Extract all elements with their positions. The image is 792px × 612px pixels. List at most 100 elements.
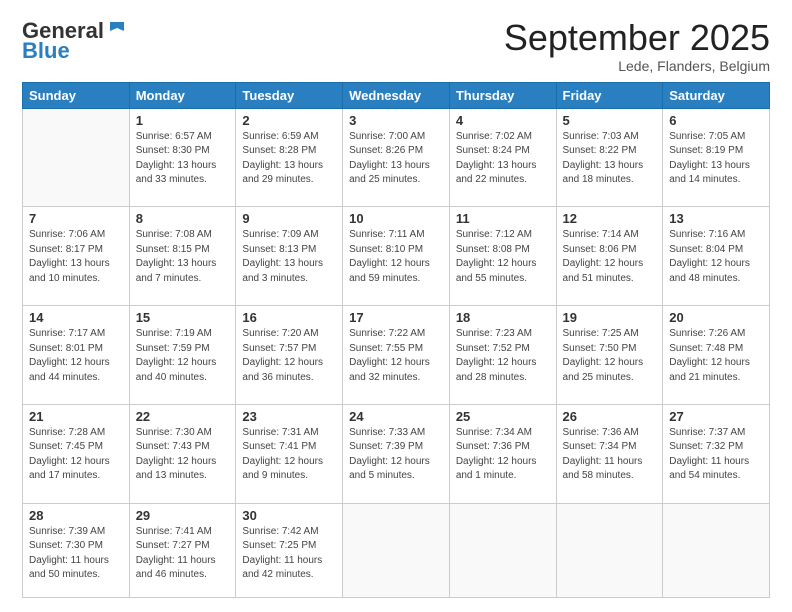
table-row: 5 Sunrise: 7:03 AM Sunset: 8:22 PM Daylig… (556, 108, 663, 207)
day-info: Sunrise: 7:08 AM Sunset: 8:15 PM Dayligh… (136, 228, 230, 286)
day-number: 18 (456, 310, 550, 325)
day-info: Sunrise: 7:16 AM Sunset: 8:04 PM Dayligh… (669, 228, 763, 286)
logo-blue-text: Blue (22, 38, 70, 64)
day-info: Sunrise: 7:36 AM Sunset: 7:34 PM Dayligh… (563, 426, 657, 484)
table-row: 9 Sunrise: 7:09 AM Sunset: 8:13 PM Daylig… (236, 207, 343, 306)
table-row: 13 Sunrise: 7:16 AM Sunset: 8:04 PM Dayli… (663, 207, 770, 306)
calendar-table: Sunday Monday Tuesday Wednesday Thursday… (22, 82, 770, 598)
day-number: 21 (29, 409, 123, 424)
day-number: 7 (29, 211, 123, 226)
table-row (23, 108, 130, 207)
day-number: 28 (29, 508, 123, 523)
table-row: 24 Sunrise: 7:33 AM Sunset: 7:39 PM Dayli… (343, 404, 450, 503)
day-info: Sunrise: 7:12 AM Sunset: 8:08 PM Dayligh… (456, 228, 550, 286)
table-row: 19 Sunrise: 7:25 AM Sunset: 7:50 PM Dayli… (556, 306, 663, 405)
day-number: 5 (563, 113, 657, 128)
table-row: 25Sunrise: 7:34 AM Sunset: 7:36 PM Dayli… (449, 404, 556, 503)
table-row: 10 Sunrise: 7:11 AM Sunset: 8:10 PM Dayli… (343, 207, 450, 306)
table-row: 30 Sunrise: 7:42 AM Sunset: 7:25 PM Dayli… (236, 503, 343, 597)
day-info: Sunrise: 7:20 AM Sunset: 7:57 PM Dayligh… (242, 327, 336, 385)
day-number: 25 (456, 409, 550, 424)
table-row: 3 Sunrise: 7:00 AM Sunset: 8:26 PM Daylig… (343, 108, 450, 207)
day-number: 29 (136, 508, 230, 523)
table-row: 2Sunrise: 6:59 AM Sunset: 8:28 PM Daylig… (236, 108, 343, 207)
day-number: 10 (349, 211, 443, 226)
day-info: Sunrise: 7:06 AM Sunset: 8:17 PM Dayligh… (29, 228, 123, 286)
day-number: 6 (669, 113, 763, 128)
col-thursday: Thursday (449, 82, 556, 108)
table-row (449, 503, 556, 597)
day-number: 26 (563, 409, 657, 424)
location: Lede, Flanders, Belgium (504, 58, 770, 74)
day-info: Sunrise: 7:14 AM Sunset: 8:06 PM Dayligh… (563, 228, 657, 286)
day-info: Sunrise: 7:11 AM Sunset: 8:10 PM Dayligh… (349, 228, 443, 286)
day-info: Sunrise: 7:25 AM Sunset: 7:50 PM Dayligh… (563, 327, 657, 385)
day-info: Sunrise: 7:22 AM Sunset: 7:55 PM Dayligh… (349, 327, 443, 385)
day-number: 17 (349, 310, 443, 325)
col-monday: Monday (129, 82, 236, 108)
day-info: Sunrise: 7:17 AM Sunset: 8:01 PM Dayligh… (29, 327, 123, 385)
table-row: 29 Sunrise: 7:41 AM Sunset: 7:27 PM Dayli… (129, 503, 236, 597)
day-info: Sunrise: 7:03 AM Sunset: 8:22 PM Dayligh… (563, 130, 657, 188)
day-number: 14 (29, 310, 123, 325)
day-info: Sunrise: 6:57 AM Sunset: 8:30 PM Dayligh… (136, 130, 230, 188)
table-row: 22 Sunrise: 7:30 AM Sunset: 7:43 PM Dayli… (129, 404, 236, 503)
day-number: 13 (669, 211, 763, 226)
day-info: Sunrise: 6:59 AM Sunset: 8:28 PM Dayligh… (242, 130, 336, 188)
day-number: 4 (456, 113, 550, 128)
table-row: 18 Sunrise: 7:23 AM Sunset: 7:52 PM Dayli… (449, 306, 556, 405)
day-info: Sunrise: 7:39 AM Sunset: 7:30 PM Dayligh… (29, 525, 123, 583)
day-info: Sunrise: 7:00 AM Sunset: 8:26 PM Dayligh… (349, 130, 443, 188)
table-row (663, 503, 770, 597)
day-info: Sunrise: 7:09 AM Sunset: 8:13 PM Dayligh… (242, 228, 336, 286)
table-row: 15Sunrise: 7:19 AM Sunset: 7:59 PM Dayli… (129, 306, 236, 405)
col-tuesday: Tuesday (236, 82, 343, 108)
table-row: 26 Sunrise: 7:36 AM Sunset: 7:34 PM Dayli… (556, 404, 663, 503)
table-row: 11 Sunrise: 7:12 AM Sunset: 8:08 PM Dayli… (449, 207, 556, 306)
day-number: 8 (136, 211, 230, 226)
table-row: 4Sunrise: 7:02 AM Sunset: 8:24 PM Daylig… (449, 108, 556, 207)
day-info: Sunrise: 7:26 AM Sunset: 7:48 PM Dayligh… (669, 327, 763, 385)
day-number: 1 (136, 113, 230, 128)
table-row: 12 Sunrise: 7:14 AM Sunset: 8:06 PM Dayli… (556, 207, 663, 306)
day-info: Sunrise: 7:23 AM Sunset: 7:52 PM Dayligh… (456, 327, 550, 385)
day-info: Sunrise: 7:33 AM Sunset: 7:39 PM Dayligh… (349, 426, 443, 484)
day-number: 16 (242, 310, 336, 325)
table-row: 17 Sunrise: 7:22 AM Sunset: 7:55 PM Dayli… (343, 306, 450, 405)
day-number: 24 (349, 409, 443, 424)
table-row: 6 Sunrise: 7:05 AM Sunset: 8:19 PM Daylig… (663, 108, 770, 207)
day-number: 23 (242, 409, 336, 424)
day-info: Sunrise: 7:42 AM Sunset: 7:25 PM Dayligh… (242, 525, 336, 583)
col-friday: Friday (556, 82, 663, 108)
day-info: Sunrise: 7:41 AM Sunset: 7:27 PM Dayligh… (136, 525, 230, 583)
day-info: Sunrise: 7:28 AM Sunset: 7:45 PM Dayligh… (29, 426, 123, 484)
day-number: 3 (349, 113, 443, 128)
logo: General Blue (22, 18, 128, 64)
day-number: 27 (669, 409, 763, 424)
table-row: 7 Sunrise: 7:06 AM Sunset: 8:17 PM Daylig… (23, 207, 130, 306)
col-sunday: Sunday (23, 82, 130, 108)
day-number: 22 (136, 409, 230, 424)
col-wednesday: Wednesday (343, 82, 450, 108)
table-row: 20Sunrise: 7:26 AM Sunset: 7:48 PM Dayli… (663, 306, 770, 405)
table-row: 16 Sunrise: 7:20 AM Sunset: 7:57 PM Dayli… (236, 306, 343, 405)
day-number: 12 (563, 211, 657, 226)
day-number: 30 (242, 508, 336, 523)
day-info: Sunrise: 7:05 AM Sunset: 8:19 PM Dayligh… (669, 130, 763, 188)
title-block: September 2025 Lede, Flanders, Belgium (504, 18, 770, 74)
day-info: Sunrise: 7:19 AM Sunset: 7:59 PM Dayligh… (136, 327, 230, 385)
col-saturday: Saturday (663, 82, 770, 108)
table-row: 23 Sunrise: 7:31 AM Sunset: 7:41 PM Dayli… (236, 404, 343, 503)
table-row: 27 Sunrise: 7:37 AM Sunset: 7:32 PM Dayli… (663, 404, 770, 503)
logo-flag-icon (106, 18, 128, 40)
day-info: Sunrise: 7:31 AM Sunset: 7:41 PM Dayligh… (242, 426, 336, 484)
day-number: 19 (563, 310, 657, 325)
day-number: 11 (456, 211, 550, 226)
table-row: 21 Sunrise: 7:28 AM Sunset: 7:45 PM Dayli… (23, 404, 130, 503)
day-info: Sunrise: 7:30 AM Sunset: 7:43 PM Dayligh… (136, 426, 230, 484)
table-row: 28 Sunrise: 7:39 AM Sunset: 7:30 PM Dayli… (23, 503, 130, 597)
day-number: 9 (242, 211, 336, 226)
month-title: September 2025 (504, 18, 770, 58)
day-info: Sunrise: 7:37 AM Sunset: 7:32 PM Dayligh… (669, 426, 763, 484)
table-row: 14 Sunrise: 7:17 AM Sunset: 8:01 PM Dayli… (23, 306, 130, 405)
